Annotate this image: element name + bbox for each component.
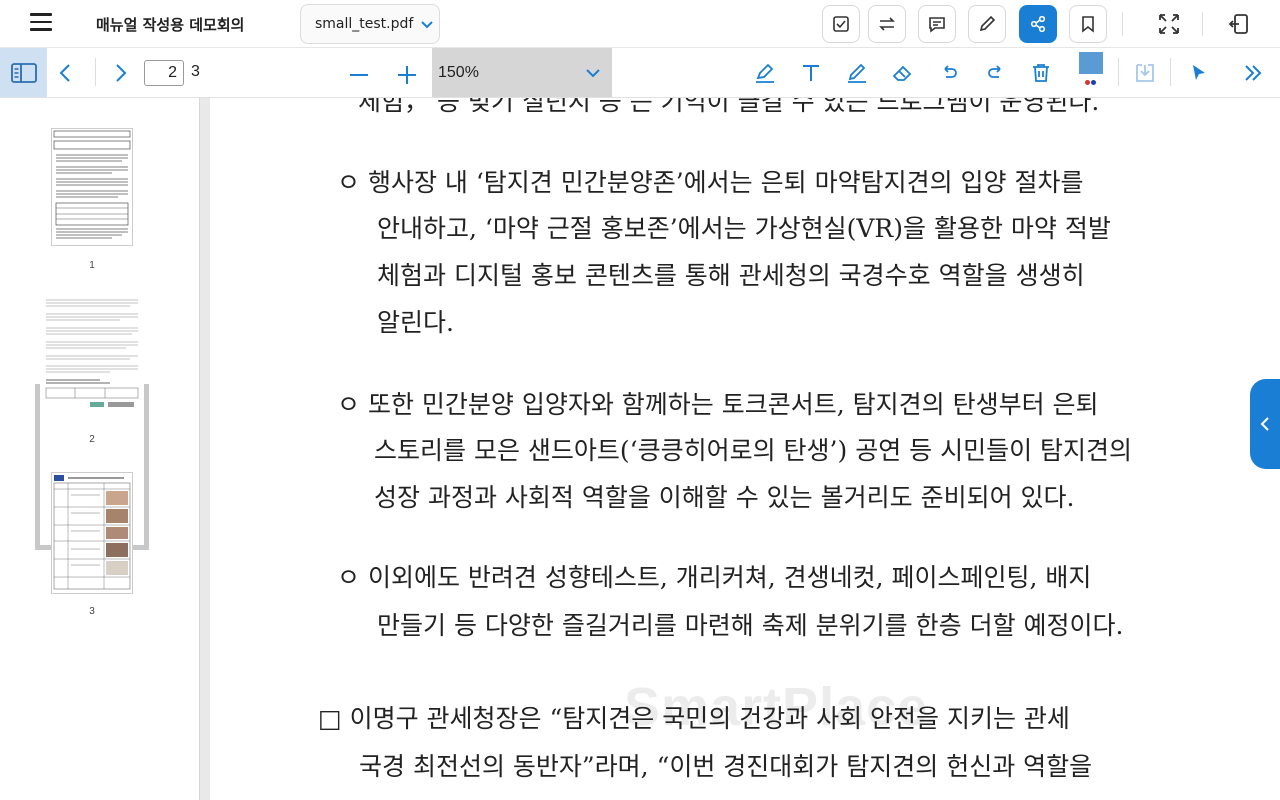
zoom-out-button[interactable] (346, 62, 372, 88)
page-thumbnail-2[interactable] (40, 290, 144, 440)
page-thumbnail-3[interactable] (51, 472, 133, 594)
thumbnail-preview (40, 290, 144, 440)
double-chevron-right-icon (1245, 65, 1262, 81)
next-page-button[interactable] (107, 60, 133, 86)
document-text-line: 안내하고, ‘마약 근절 홍보존’에서는 가상현실(VR)을 활용한 마약 적발 (377, 214, 1111, 243)
text-icon (803, 65, 819, 81)
highlighter-icon (756, 63, 774, 83)
toolbar-divider (1118, 58, 1119, 86)
thumbnail-sidebar: 1 2 3 (0, 98, 200, 800)
thumbnail-page-number: 1 (89, 260, 95, 271)
share-icon (1030, 15, 1046, 33)
document-text-line: 국경 최전선의 동반자”라며, “이번 경진대회가 탐지견의 헌신과 역할을 (359, 752, 1093, 781)
sidebar-toggle-button[interactable] (0, 48, 47, 97)
minus-icon (350, 74, 368, 76)
undo-button[interactable] (936, 60, 962, 86)
color-palette-indicator (1085, 80, 1096, 85)
pencil-button[interactable] (968, 5, 1006, 43)
thumbnail-page-number: 3 (89, 606, 95, 617)
document-text-line: 체험과 디지털 홍보 콘텐츠를 통해 관세청의 국경수호 역할을 생생히 (377, 261, 1085, 290)
meeting-title: 매뉴얼 작성용 데모회의 (96, 16, 245, 34)
thumbnail-page-number: 2 (89, 434, 95, 445)
document-text-line: 체험， 등 벚기 질년지 등 는 기억이 클길 수 있는 드로그맴이 운영된다. (358, 98, 1100, 116)
delete-button[interactable] (1028, 60, 1054, 86)
file-name: small_test.pdf (315, 16, 414, 32)
zoom-value: 150% (438, 63, 479, 81)
trash-icon (1033, 64, 1049, 82)
document-text-line: ㅇ 또한 민간분양 입양자와 함께하는 토크콘서트, 탐지견의 탄생부터 은퇴 (337, 390, 1099, 419)
chevron-right-icon (116, 64, 127, 82)
cursor-icon (1193, 65, 1205, 80)
comment-button[interactable] (918, 5, 956, 43)
checklist-button[interactable] (822, 5, 860, 43)
select-tool[interactable] (1186, 60, 1212, 86)
undo-icon (944, 65, 957, 78)
expand-toolbar-button[interactable] (1240, 60, 1266, 86)
fullscreen-icon (1159, 14, 1179, 34)
eraser-tool[interactable] (890, 60, 916, 86)
redo-icon (988, 65, 1001, 78)
plus-icon (398, 66, 416, 84)
chevron-left-icon (1260, 417, 1269, 431)
menu-icon[interactable] (30, 13, 54, 35)
thumbnail-preview (53, 130, 131, 239)
exit-button[interactable] (1225, 10, 1253, 38)
download-button[interactable] (1132, 60, 1158, 86)
thumbnail-preview (53, 475, 131, 590)
document-text-line: ㅇ 이외에도 반려견 성향테스트, 개리커쳐, 견생네컷, 페이스페인팅, 배지 (337, 563, 1092, 592)
highlighter-tool[interactable] (752, 60, 778, 86)
app-header: 매뉴얼 작성용 데모회의 small_test.pdf (0, 0, 1280, 48)
bookmark-button[interactable] (1069, 5, 1107, 43)
text-tool[interactable] (798, 60, 824, 86)
chevron-down-icon (586, 69, 600, 78)
download-tray-icon (1136, 64, 1154, 82)
right-panel-toggle[interactable] (1250, 379, 1280, 469)
pen-icon (848, 63, 866, 83)
sidebar-icon (10, 62, 37, 83)
document-text-line: 만들기 등 다양한 즐길거리를 마련해 축제 분위기를 한층 더할 예정이다. (377, 611, 1124, 640)
bookmark-icon (1082, 16, 1094, 33)
swap-button[interactable] (868, 5, 906, 43)
checklist-icon (833, 16, 849, 32)
page-number-input[interactable] (144, 60, 184, 86)
toolbar-divider (95, 58, 96, 86)
document-text-line: 스토리를 모은 샌드아트(‘킁킁히어로의 탄생’) 공연 등 시민들이 탐지견의 (374, 436, 1133, 465)
color-picker-button[interactable] (1079, 52, 1103, 74)
zoom-in-button[interactable] (394, 62, 420, 88)
page-total: 3 (191, 63, 200, 80)
exit-icon (1228, 14, 1248, 34)
header-divider (1122, 12, 1123, 36)
toolbar-divider (1170, 58, 1171, 86)
document-text-line: 알린다. (377, 308, 454, 337)
prev-page-button[interactable] (53, 60, 79, 86)
document-text-line: 성장 과정과 사회적 역할을 이해할 수 있는 볼거리도 준비되어 있다. (374, 483, 1075, 512)
swap-icon (879, 17, 895, 31)
header-divider (1202, 12, 1203, 36)
chevron-left-icon (59, 64, 70, 82)
redo-button[interactable] (983, 60, 1009, 86)
page-thumbnail-1[interactable] (51, 128, 133, 246)
share-button[interactable] (1019, 5, 1057, 43)
chevron-down-icon (421, 21, 434, 29)
zoom-select[interactable]: 150% (432, 48, 612, 97)
comment-icon (929, 17, 945, 33)
document-text-line: □ 이명구 관세청장은 “탐지견은 국민의 건강과 사회 안전을 지키는 관세 (318, 704, 1070, 733)
file-selector[interactable]: small_test.pdf (300, 4, 440, 44)
document-viewer[interactable]: SmartPlace 체험， 등 벚기 질년지 등 는 기억이 클길 수 있는 … (200, 98, 1280, 800)
document-text-line: ㅇ 행사장 내 ‘탐지견 민간분양존’에서는 은퇴 마약탐지견의 입양 절차를 (337, 168, 1084, 197)
fullscreen-button[interactable] (1155, 10, 1183, 38)
document-page: SmartPlace 체험， 등 벚기 질년지 등 는 기억이 클길 수 있는 … (210, 98, 1280, 800)
eraser-icon (892, 65, 912, 81)
pen-tool[interactable] (844, 60, 870, 86)
pencil-icon (979, 15, 996, 32)
